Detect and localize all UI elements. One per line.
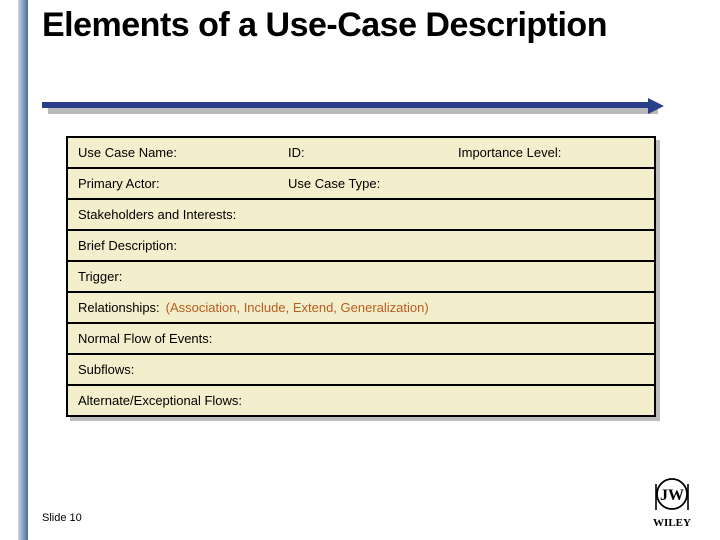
- left-accent-stripe: [18, 0, 28, 540]
- table-row: Subflows:: [68, 355, 654, 386]
- field-id: ID:: [288, 145, 458, 160]
- field-brief-description: Brief Description:: [78, 238, 177, 253]
- slide-title-area: Elements of a Use-Case Description: [42, 6, 692, 45]
- wiley-logo-icon: JW WILEY: [642, 476, 702, 530]
- field-usecase-name: Use Case Name:: [78, 145, 288, 160]
- title-underline-bar: [42, 102, 652, 108]
- table-row: Stakeholders and Interests:: [68, 200, 654, 231]
- field-stakeholders: Stakeholders and Interests:: [78, 207, 236, 222]
- table-row: Relationships: (Association, Include, Ex…: [68, 293, 654, 324]
- publisher-name: WILEY: [653, 517, 691, 529]
- field-relationships: Relationships:: [78, 300, 160, 315]
- svg-text:JW: JW: [660, 487, 684, 504]
- table-row: Primary Actor: Use Case Type:: [68, 169, 654, 200]
- field-relationships-note: (Association, Include, Extend, Generaliz…: [166, 300, 429, 315]
- table-row: Use Case Name: ID: Importance Level:: [68, 138, 654, 169]
- table-row: Brief Description:: [68, 231, 654, 262]
- field-usecase-type: Use Case Type:: [288, 176, 644, 191]
- table-row: Normal Flow of Events:: [68, 324, 654, 355]
- field-primary-actor: Primary Actor:: [78, 176, 288, 191]
- field-subflows: Subflows:: [78, 362, 134, 377]
- title-underline-shadow: [48, 108, 658, 114]
- field-importance: Importance Level:: [458, 145, 644, 160]
- table-row: Alternate/Exceptional Flows:: [68, 386, 654, 415]
- publisher-logo: JW WILEY: [642, 476, 702, 530]
- field-trigger: Trigger:: [78, 269, 122, 284]
- table-row: Trigger:: [68, 262, 654, 293]
- title-underline: [42, 102, 662, 122]
- field-alternate-flows: Alternate/Exceptional Flows:: [78, 393, 242, 408]
- arrowhead-icon: [648, 98, 664, 114]
- field-normal-flow: Normal Flow of Events:: [78, 331, 212, 346]
- slide-number: Slide 10: [42, 512, 82, 524]
- slide-title: Elements of a Use-Case Description: [42, 6, 692, 45]
- usecase-template-table: Use Case Name: ID: Importance Level: Pri…: [66, 136, 656, 417]
